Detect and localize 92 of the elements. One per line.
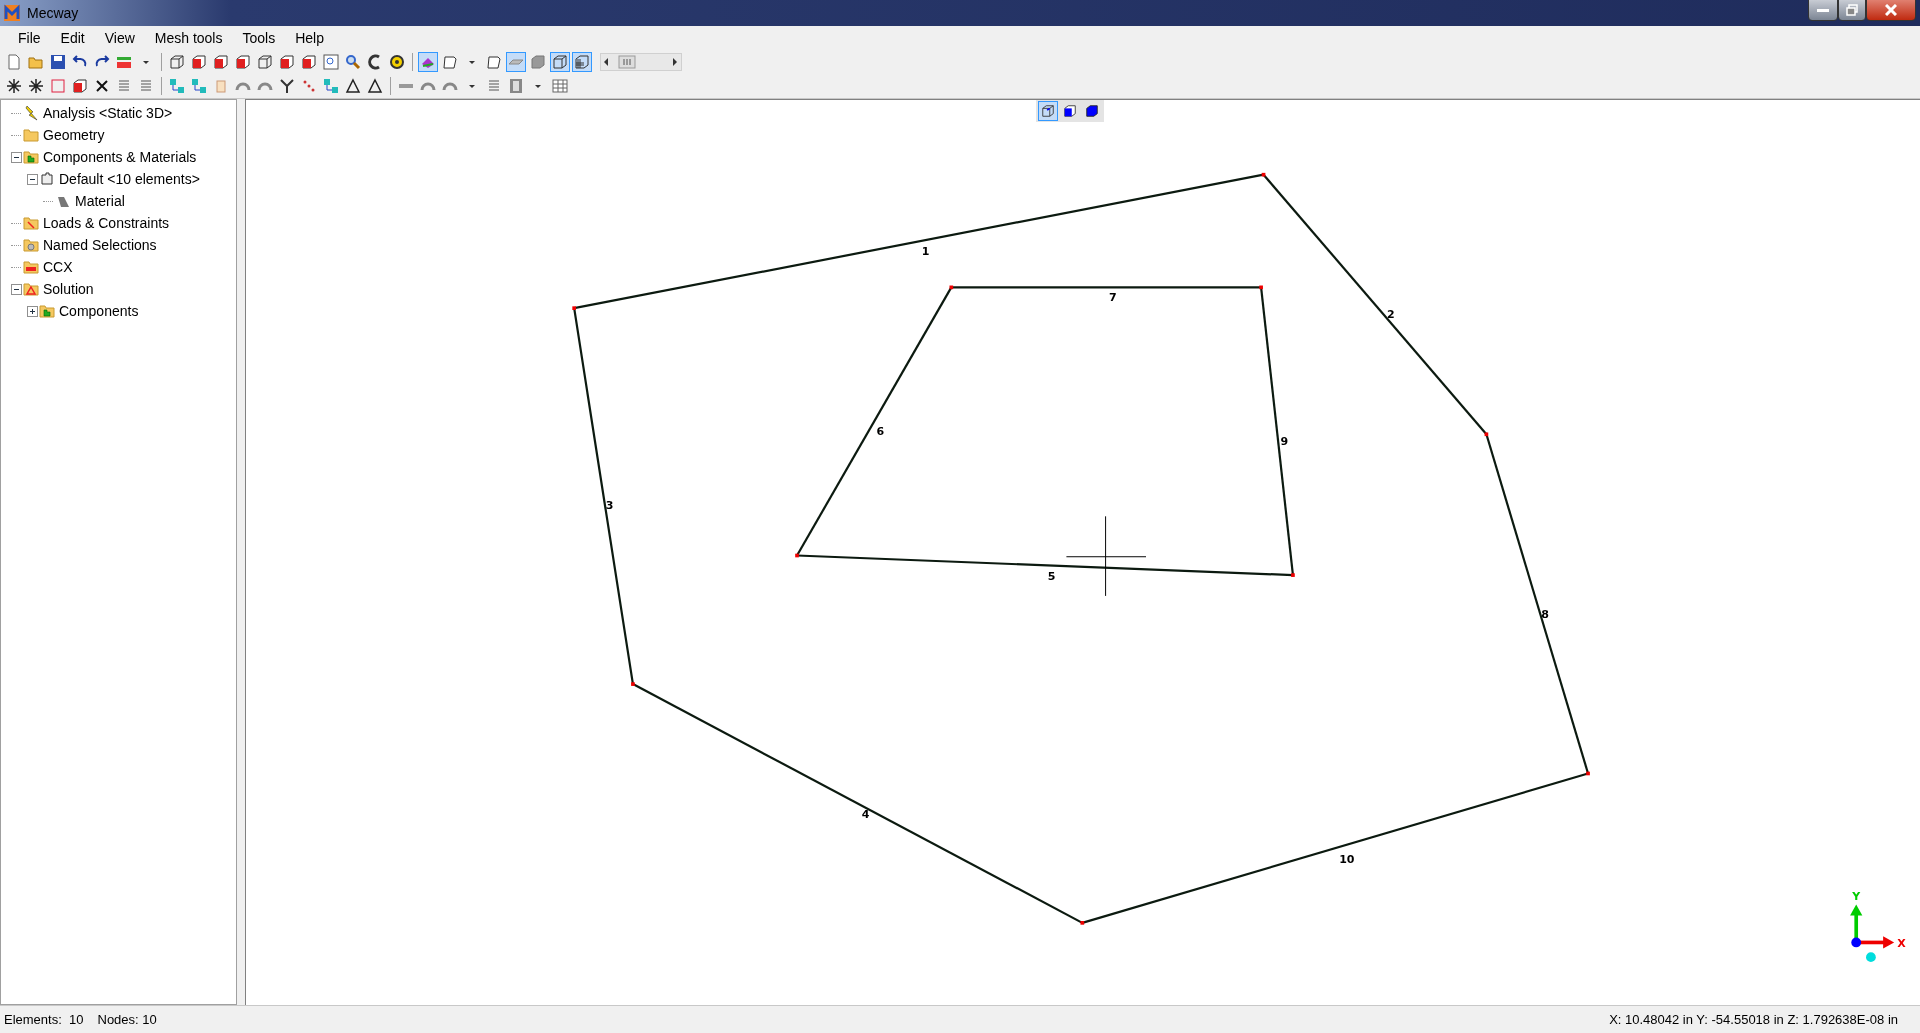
axis-triad-drawing (1850, 904, 1895, 963)
document-icon (6, 54, 22, 70)
cube-icon (301, 54, 317, 70)
cube-icon (1085, 104, 1099, 118)
window-title: Mecway (27, 5, 80, 21)
lightning-icon (23, 105, 39, 121)
cube-icon (235, 54, 251, 70)
toolbar-button[interactable] (277, 76, 297, 96)
nodes-icon (169, 78, 185, 94)
wireframe-cube-icon (257, 54, 273, 70)
folder-ccx-icon (23, 259, 39, 275)
toolbar-button[interactable] (4, 76, 24, 96)
lines-icon (486, 78, 502, 94)
wireframe-cube-icon (552, 54, 568, 70)
tree-item[interactable]: Material (75, 193, 125, 209)
collapse-button[interactable] (26, 173, 38, 185)
folder-puzzle-icon (39, 303, 55, 319)
menu-item[interactable]: Edit (50, 30, 95, 46)
folder-puzzle-icon (23, 149, 39, 165)
search-icon (345, 54, 361, 70)
shape-icon (442, 54, 458, 70)
fork-icon (279, 78, 295, 94)
caret-icon (469, 60, 475, 64)
collapse-button[interactable] (10, 151, 22, 163)
nodes-icon (191, 78, 207, 94)
tree-item[interactable]: Components (59, 303, 139, 319)
tree-item[interactable]: CCX (43, 259, 73, 275)
tree-item[interactable]: Named Selections (43, 237, 157, 253)
delete-icon (94, 78, 110, 94)
minimize-button[interactable] (1808, 0, 1838, 21)
node-count: Nodes: 10 (96, 1012, 158, 1027)
tree-item[interactable]: Default <10 elements> (59, 171, 200, 187)
cylinder-icon (213, 78, 229, 94)
toolbar-button[interactable] (365, 76, 385, 96)
x-axis-label: X (1897, 937, 1906, 951)
caret-icon (535, 84, 541, 88)
node-star-icon (6, 78, 22, 94)
menu-item[interactable]: File (8, 30, 51, 46)
cube-icon (213, 54, 229, 70)
close-icon (1885, 4, 1897, 16)
caret-icon (143, 60, 149, 64)
folder-grid-icon (23, 237, 39, 253)
table-icon (552, 78, 568, 94)
lines-icon (138, 78, 154, 94)
mesh-cube-icon (574, 54, 590, 70)
node-star-icon (28, 78, 44, 94)
solid-cube-icon (530, 54, 546, 70)
menu-item[interactable]: Mesh tools (144, 30, 233, 46)
cube-icon (279, 54, 295, 70)
element-count: Elements: 10 (3, 1012, 85, 1027)
view-mode-button[interactable] (1038, 101, 1058, 121)
tree-item[interactable]: Geometry (43, 127, 105, 143)
lines-icon (116, 78, 132, 94)
collapse-button[interactable] (10, 283, 22, 295)
tree-item[interactable]: Solution (43, 281, 94, 297)
maximize-button[interactable] (1838, 0, 1866, 21)
scrollbar[interactable] (600, 53, 682, 71)
cube-icon (72, 78, 88, 94)
tree-item[interactable]: Components & Materials (43, 149, 197, 165)
triangle-icon (345, 78, 361, 94)
cursor-coordinates: X: 10.48042 in Y: -54.55018 in Z: 1.792638E-08 in (1608, 1012, 1899, 1027)
nodes-icon (323, 78, 339, 94)
toolbar-button[interactable] (343, 76, 363, 96)
close-button[interactable] (1866, 0, 1916, 21)
cube-icon (191, 54, 207, 70)
y-axis-label: Y (1852, 889, 1861, 903)
menu-item[interactable]: View (94, 30, 145, 46)
folder-arrow-icon (23, 215, 39, 231)
plus-icon (28, 307, 36, 315)
caret-icon (469, 84, 475, 88)
wireframe-cube-icon (169, 54, 185, 70)
shape-icon (486, 54, 502, 70)
expand-button[interactable] (26, 305, 38, 317)
menu-item[interactable]: Tools (232, 30, 286, 46)
zoom-box-icon (323, 54, 339, 70)
folder-triangle-icon (23, 281, 39, 297)
cube-icon (1041, 104, 1055, 118)
tree-item[interactable]: Analysis <Static 3D> (43, 105, 173, 121)
toolbar-button[interactable] (48, 52, 68, 72)
tree-item[interactable]: Loads & Constraints (43, 215, 170, 231)
app-logo-icon (3, 3, 21, 23)
folder-icon (28, 54, 44, 70)
minimize-icon (1817, 8, 1829, 12)
square-icon (50, 78, 66, 94)
restore-icon (1846, 4, 1858, 16)
dots-icon (301, 78, 317, 94)
folder-icon (23, 127, 39, 143)
cube-icon (1063, 104, 1077, 118)
puzzle-icon (39, 171, 55, 187)
menu-item[interactable]: Help (285, 30, 334, 46)
toolbar-button[interactable] (26, 76, 46, 96)
triangle-icon (367, 78, 383, 94)
